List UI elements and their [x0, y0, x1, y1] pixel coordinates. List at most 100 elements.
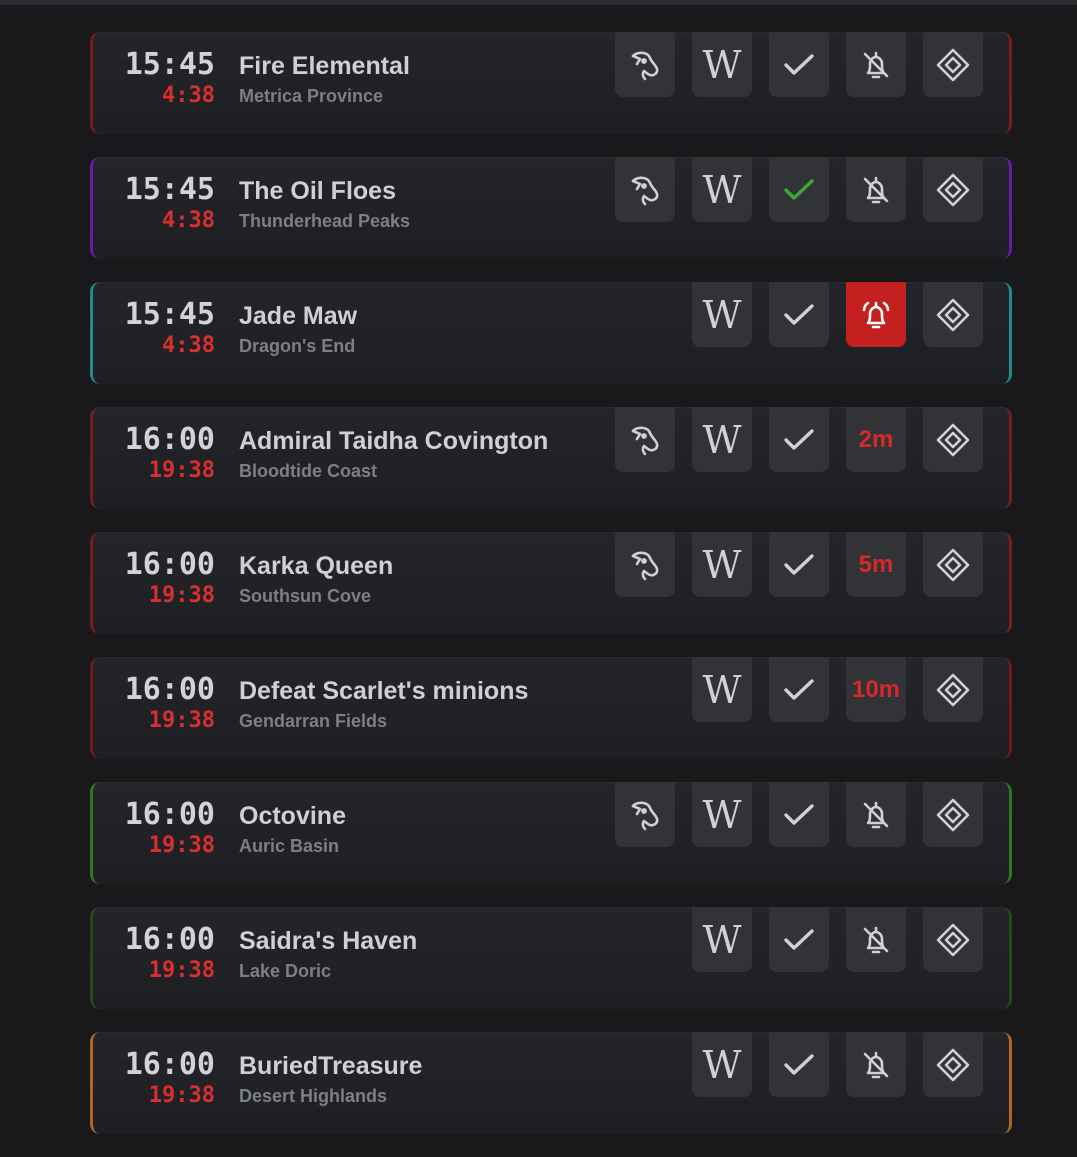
copy-chat-link-button[interactable] [923, 407, 983, 472]
event-name: Karka Queen [239, 552, 394, 580]
wiki-button[interactable]: W [692, 282, 752, 347]
event-card: 15:45 4:38 Jade Maw Dragon's End W [90, 282, 1012, 384]
event-zone: Gendarran Fields [239, 711, 388, 731]
alarm-button[interactable] [846, 907, 906, 972]
event-card: 16:00 19:38 Octovine Auric Basin W [90, 782, 1012, 884]
horse-head-icon [627, 547, 663, 583]
event-time: 16:00 [124, 1047, 215, 1082]
event-times: 16:00 19:38 [93, 923, 215, 985]
mark-done-button[interactable] [769, 282, 829, 347]
event-time: 16:00 [124, 422, 215, 457]
copy-chat-link-button[interactable] [923, 282, 983, 347]
diamond-icon [935, 922, 971, 958]
wiki-button[interactable]: W [692, 907, 752, 972]
event-time: 16:00 [124, 547, 215, 582]
event-countdown: 19:38 [148, 583, 215, 608]
bell-off-icon [858, 1047, 894, 1083]
alarm-button[interactable]: 2m [846, 407, 906, 472]
event-info: Octovine Auric Basin [239, 801, 346, 858]
wiki-button[interactable]: W [692, 157, 752, 222]
alarm-button[interactable]: 5m [846, 532, 906, 597]
event-card: 15:45 4:38 Fire Elemental Metrica Province W [90, 32, 1012, 134]
event-countdown: 4:38 [162, 208, 215, 233]
event-time: 16:00 [124, 672, 215, 707]
alarm-button[interactable] [846, 782, 906, 847]
event-countdown: 19:38 [148, 1083, 215, 1108]
event-time: 16:00 [124, 922, 215, 957]
event-times: 16:00 19:38 [93, 423, 215, 485]
alarm-timer-text: 5m [858, 550, 894, 578]
checkmark-icon [781, 797, 817, 833]
checkmark-icon [781, 297, 817, 333]
alarm-button[interactable] [846, 1032, 906, 1097]
event-info: Jade Maw Dragon's End [239, 301, 357, 358]
wiki-button[interactable]: W [692, 532, 752, 597]
copy-chat-link-button[interactable] [923, 32, 983, 97]
event-actions: W [615, 782, 983, 847]
copy-chat-link-button[interactable] [923, 157, 983, 222]
mark-done-button[interactable] [769, 1032, 829, 1097]
checkmark-icon [781, 1047, 817, 1083]
copy-chat-link-button[interactable] [923, 907, 983, 972]
event-actions: W 5m [615, 532, 983, 597]
event-actions: W [615, 1032, 983, 1097]
wikipedia-icon: W [702, 42, 741, 87]
event-card: 15:45 4:38 The Oil Floes Thunderhead Peaks W [90, 157, 1012, 259]
event-zone: Bloodtide Coast [239, 461, 377, 481]
diamond-icon [935, 1047, 971, 1083]
event-zone: Thunderhead Peaks [239, 211, 411, 231]
event-name: Admiral Taidha Covington [239, 427, 549, 455]
wiki-button[interactable]: W [692, 32, 752, 97]
diamond-icon [935, 547, 971, 583]
event-name: Jade Maw [239, 302, 358, 330]
diamond-icon [935, 172, 971, 208]
wiki-button[interactable]: W [692, 782, 752, 847]
waypoint-button[interactable] [615, 157, 675, 222]
wikipedia-icon: W [702, 292, 741, 337]
event-info: Defeat Scarlet's minions Gendarran Fields [239, 676, 528, 733]
checkmark-icon [781, 547, 817, 583]
wikipedia-icon: W [702, 667, 741, 712]
waypoint-button[interactable] [615, 407, 675, 472]
event-zone: Desert Highlands [239, 1086, 388, 1106]
waypoint-button[interactable] [615, 32, 675, 97]
wiki-button[interactable]: W [692, 657, 752, 722]
diamond-icon [935, 47, 971, 83]
mark-done-button[interactable] [769, 657, 829, 722]
alarm-button[interactable] [846, 282, 906, 347]
event-zone: Auric Basin [239, 836, 340, 856]
copy-chat-link-button[interactable] [923, 657, 983, 722]
copy-chat-link-button[interactable] [923, 532, 983, 597]
waypoint-button[interactable] [615, 532, 675, 597]
alarm-button[interactable] [846, 157, 906, 222]
wikipedia-icon: W [702, 542, 741, 587]
bell-off-icon [858, 797, 894, 833]
mark-done-button[interactable] [769, 532, 829, 597]
wiki-button[interactable]: W [692, 1032, 752, 1097]
bell-off-icon [858, 47, 894, 83]
event-info: Karka Queen Southsun Cove [239, 551, 393, 608]
wiki-button[interactable]: W [692, 407, 752, 472]
mark-done-button[interactable] [769, 32, 829, 97]
copy-chat-link-button[interactable] [923, 1032, 983, 1097]
wikipedia-icon: W [702, 167, 741, 212]
mark-done-button[interactable] [769, 407, 829, 472]
event-info: Fire Elemental Metrica Province [239, 51, 410, 108]
alarm-timer-text: 2m [858, 425, 894, 453]
diamond-icon [935, 422, 971, 458]
waypoint-button[interactable] [615, 782, 675, 847]
checkmark-icon [781, 172, 817, 208]
alarm-button[interactable]: 10m [846, 657, 906, 722]
event-name: Defeat Scarlet's minions [239, 677, 529, 705]
alarm-button[interactable] [846, 32, 906, 97]
mark-done-button[interactable] [769, 782, 829, 847]
mark-done-button[interactable] [769, 907, 829, 972]
mark-done-button[interactable] [769, 157, 829, 222]
horse-head-icon [627, 422, 663, 458]
copy-chat-link-button[interactable] [923, 782, 983, 847]
diamond-icon [935, 297, 971, 333]
event-countdown: 19:38 [148, 833, 215, 858]
event-info: Admiral Taidha Covington Bloodtide Coast [239, 426, 548, 483]
wikipedia-icon: W [702, 792, 741, 837]
bell-off-icon [858, 922, 894, 958]
